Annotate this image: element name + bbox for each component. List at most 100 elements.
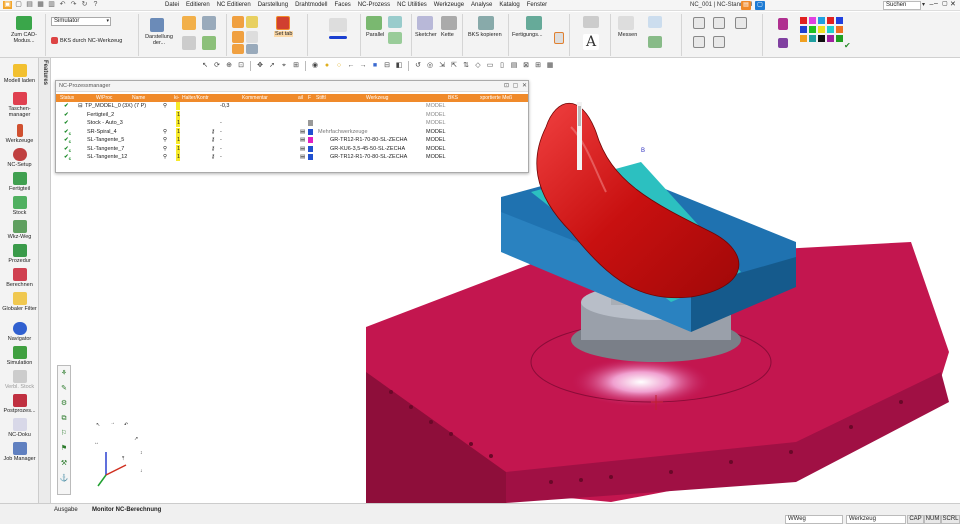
cad-mode-icon[interactable] (16, 16, 32, 30)
pin-icon[interactable] (554, 32, 564, 44)
view-tool-icon[interactable]: ⚓ (58, 473, 70, 485)
tool-fertigteil[interactable]: Fertigteil (0, 172, 39, 192)
bks-copy-icon[interactable] (478, 16, 494, 30)
help-icon[interactable]: ? (91, 1, 100, 9)
color-swatch[interactable] (836, 26, 843, 33)
color-swatch[interactable] (827, 35, 834, 42)
color-swatch[interactable] (800, 17, 807, 24)
pan-icon[interactable]: ✥ (255, 61, 265, 71)
tool-nc-setup[interactable]: NC-Setup (0, 148, 39, 168)
right-view-icon[interactable]: ▤ (509, 61, 519, 71)
col-werkzeug[interactable]: Werkzeug (366, 94, 388, 102)
arrow-right-icon[interactable]: → (358, 61, 368, 71)
dialog-scrollbar[interactable] (577, 102, 582, 170)
cube-icon[interactable] (202, 16, 216, 30)
kette-label[interactable]: Kette (441, 32, 454, 38)
col-wproc[interactable]: W/Proc (96, 94, 112, 102)
arrow-left-icon[interactable]: ← (346, 61, 356, 71)
sketcher-label[interactable]: Sketcher (415, 32, 437, 38)
sketcher-icon[interactable] (417, 16, 433, 30)
grid-view-icon[interactable]: ⊞ (533, 61, 543, 71)
parallel-label[interactable]: Parallel (366, 32, 384, 38)
print-icon[interactable]: ▥ (47, 1, 56, 9)
col-export[interactable]: xportierte Meß (480, 94, 512, 102)
snap-icon[interactable]: ⊞ (291, 61, 301, 71)
filter-select-icon[interactable] (713, 36, 725, 48)
tool-modell-laden[interactable]: Modell laden (0, 64, 39, 84)
zoom-window-icon[interactable] (693, 36, 705, 48)
view-tool-icon[interactable]: ⚒ (58, 458, 70, 470)
angle-icon[interactable] (648, 16, 662, 28)
features-tab[interactable]: Features (39, 58, 51, 503)
process-row[interactable]: ✔ Stock - Auto_3 1 - MODEL (56, 119, 522, 128)
tool-verbl-stock[interactable]: Verbl. Stock (0, 370, 39, 390)
messen-label[interactable]: Messen (618, 32, 637, 38)
tool-simulation[interactable]: Simulation (0, 346, 39, 366)
orbit-icon[interactable]: ◎ (425, 61, 435, 71)
nc-process-manager-dialog[interactable]: NC-Prozessmanager ⊡ ▢ ✕ Status W/Proc Na… (55, 80, 582, 173)
open-icon[interactable]: ▤ (25, 1, 34, 9)
menu-nc-utilities[interactable]: NC Utilities (397, 1, 427, 10)
color-swatch[interactable] (827, 26, 834, 33)
grid-icon[interactable] (246, 16, 258, 28)
dimension-icon[interactable] (583, 16, 599, 28)
menu-werkzeuge[interactable]: Werkzeuge (434, 1, 464, 10)
maximize-icon[interactable]: ▢ (942, 0, 948, 7)
pointer-icon[interactable]: ↖ (200, 61, 210, 71)
view-tool-icon[interactable]: ✎ (58, 383, 70, 395)
arrow-icon[interactable]: ➚ (267, 61, 277, 71)
zoom-view-icon[interactable]: ⊕ (224, 61, 234, 71)
color-swatch[interactable] (800, 35, 807, 42)
color-swatch[interactable] (827, 17, 834, 24)
zoom-icon[interactable] (693, 17, 705, 29)
pattern-icon[interactable]: ▦ (545, 61, 555, 71)
tool-berechnen[interactable]: Berechnen (0, 268, 39, 288)
rotate-view-icon[interactable]: ⟳ (212, 61, 222, 71)
process-row[interactable]: ✔c SL-Tangente_12 ⚲ 1 ⚷ - ▤ GR-TR12-R1-7… (56, 153, 522, 162)
rotate-ccw-icon[interactable]: ↺ (413, 61, 423, 71)
col-ki[interactable]: ki- (174, 94, 179, 102)
color-swatch[interactable] (800, 26, 807, 33)
menu-nc-editieren[interactable]: NC Editieren (217, 1, 251, 10)
frame-icon[interactable] (232, 16, 244, 28)
set-tab-icon[interactable] (276, 16, 290, 30)
process-row[interactable]: ✔c SL-Tangente_7 ⚲ 1 ⚷ - ▤ GR-KU6-3,5-45… (56, 144, 522, 154)
close-icon[interactable]: ✕ (521, 83, 528, 90)
fertigung-label[interactable]: Fertigungs... (512, 32, 543, 38)
tool-werkzeuge[interactable]: Werkzeuge (0, 124, 39, 144)
view-tool-icon[interactable]: ⚘ (58, 368, 70, 380)
parallel-icon[interactable] (366, 16, 382, 30)
front-view-icon[interactable]: ▯ (497, 61, 507, 71)
menu-faces[interactable]: Faces (334, 1, 350, 10)
process-row[interactable]: ✔c SR-Spiral_4 ⚲ 1 ⚷ - ▤ Mehrfachwerkzeu… (56, 127, 522, 137)
col-bks[interactable]: BKS (448, 94, 458, 102)
bulb-icon[interactable]: ● (322, 61, 332, 71)
tool-navigator[interactable]: Navigator (0, 322, 39, 342)
darstellung-label[interactable]: Darstellung der... (144, 34, 174, 46)
restore-icon[interactable]: ▢ (512, 83, 519, 90)
menu-nc-prozess[interactable]: NC-Prozess (358, 1, 390, 10)
wave-icon[interactable] (329, 18, 347, 32)
color-swatch[interactable] (809, 26, 816, 33)
z-axis-icon[interactable]: ⇅ (461, 61, 471, 71)
bks-label[interactable]: BKS durch NC-Werkzeug (60, 38, 122, 44)
simulator-combo[interactable]: Simulator ▾ (51, 17, 111, 26)
text-icon[interactable]: A (583, 34, 599, 50)
color-swatch[interactable] (836, 35, 843, 42)
menu-fenster[interactable]: Fenster (527, 1, 547, 10)
search-input[interactable]: Suchen (883, 1, 921, 10)
undo-icon[interactable]: ↶ (58, 1, 67, 9)
menu-darstellung[interactable]: Darstellung (258, 1, 288, 10)
lock-icon[interactable] (735, 17, 747, 29)
col-status[interactable]: Status (60, 94, 74, 102)
wire-icon[interactable]: ⊠ (521, 61, 531, 71)
surface-icon[interactable] (648, 36, 662, 48)
expand-icon[interactable]: ⊡ (503, 83, 510, 90)
process-row[interactable]: ✔ ⊟ TP_MODEL_0 (3X) (7 P) ⚲ -0,3 MODEL (56, 102, 522, 111)
col-f[interactable]: F (308, 94, 311, 102)
redo-icon[interactable]: ↷ (69, 1, 78, 9)
layers-icon[interactable] (246, 44, 258, 54)
tool-postprozessor[interactable]: Postprozes... (0, 394, 39, 414)
cad-mode-label[interactable]: Zum CAD-Modus... (4, 32, 44, 44)
tab-monitor-nc[interactable]: Monitor NC-Berechnung (92, 506, 161, 514)
